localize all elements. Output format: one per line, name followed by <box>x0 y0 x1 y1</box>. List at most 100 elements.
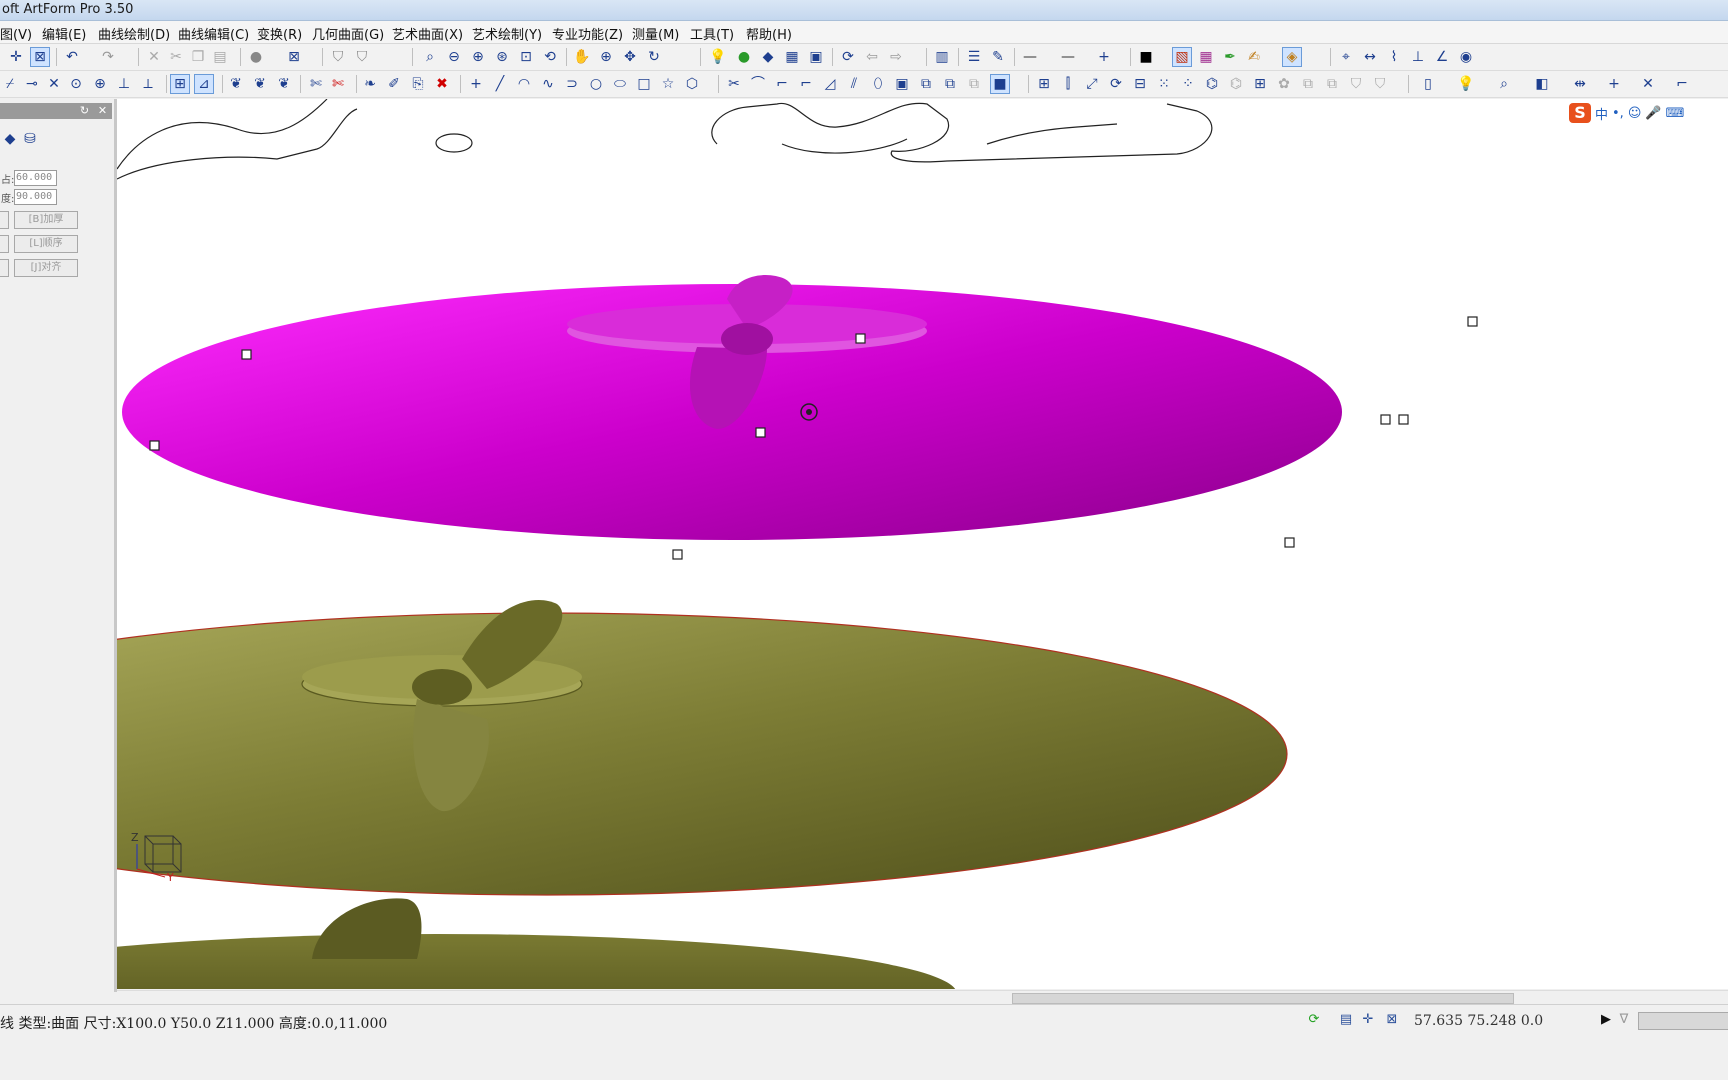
pen-icon[interactable]: ✒ <box>1220 47 1240 67</box>
menu-art-surface[interactable]: 艺术曲面(X) <box>392 24 463 43</box>
snap-end-icon[interactable]: ⌐ <box>1672 74 1692 94</box>
scatter-icon[interactable]: ⁘ <box>1178 74 1198 94</box>
olive-surface[interactable] <box>117 599 1288 896</box>
block-icon[interactable]: ■ <box>990 74 1010 94</box>
ime-lang[interactable]: 中 <box>1595 104 1608 123</box>
xyz-icon[interactable]: ⌖ <box>1336 47 1356 67</box>
copy-icon[interactable]: ❐ <box>188 47 208 67</box>
crosshair-status-icon[interactable]: ✛ <box>1360 1012 1376 1028</box>
cut-icon[interactable]: ✂ <box>166 47 186 67</box>
copy-surf2-icon[interactable]: ⧉ <box>1322 74 1342 94</box>
polygon-icon[interactable]: ⬡ <box>682 74 702 94</box>
brush-icon[interactable]: ✍ <box>1244 47 1264 67</box>
surface2-icon[interactable]: ❦ <box>250 74 270 94</box>
magenta-surface-selected[interactable] <box>122 275 1342 540</box>
snap-quad-icon[interactable]: ⊕ <box>90 74 110 94</box>
document-icon[interactable]: ▤ <box>1338 1012 1354 1028</box>
circle-icon[interactable]: ○ <box>586 74 606 94</box>
bucket2-icon[interactable]: ⛉ <box>1370 74 1390 94</box>
offset2-icon[interactable]: ⬯ <box>868 74 888 94</box>
chain-icon[interactable]: ⌇ <box>1384 47 1404 67</box>
corner-icon[interactable]: ◿ <box>820 74 840 94</box>
bucket-icon[interactable]: ⛉ <box>1346 74 1366 94</box>
paint-icon[interactable]: ◆ <box>0 129 20 149</box>
snap-center-icon[interactable]: ⊙ <box>66 74 86 94</box>
palette-icon[interactable]: ▦ <box>1196 47 1216 67</box>
ime-keyboard-icon[interactable]: ⌨ <box>1666 106 1685 121</box>
ime-emoji-icon[interactable]: ☺ <box>1628 106 1642 121</box>
level-icon[interactable]: ⊥ <box>1408 47 1428 67</box>
menu-help[interactable]: 帮助(H) <box>746 24 792 43</box>
dist-icon[interactable]: ⇹ <box>1570 74 1590 94</box>
undo-icon[interactable]: ↶ <box>62 47 82 67</box>
cube-icon[interactable]: ◧ <box>1532 74 1552 94</box>
polyline-icon[interactable]: ⊃ <box>562 74 582 94</box>
grid-dots-icon[interactable]: ⁙ <box>1154 74 1174 94</box>
lineweight-icon[interactable]: — <box>1058 47 1078 67</box>
align-icon[interactable]: ⊟ <box>1130 74 1150 94</box>
olive-surface-lower[interactable] <box>117 898 957 989</box>
menu-transform[interactable]: 变换(R) <box>257 24 302 43</box>
node-icon[interactable]: ⌬ <box>1202 74 1222 94</box>
3d-viewport[interactable]: Z Y <box>117 99 1728 989</box>
grid-icon[interactable]: ⊞ <box>170 74 190 94</box>
array-icon[interactable]: ⊞ <box>1034 74 1054 94</box>
zoom-window-icon[interactable]: ⌕ <box>420 47 440 67</box>
forward-icon[interactable]: ⇨ <box>886 47 906 67</box>
snap-x-icon[interactable]: ✕ <box>1638 74 1658 94</box>
arc-icon[interactable]: ◠ <box>514 74 534 94</box>
plus-icon[interactable]: + <box>1604 74 1624 94</box>
sphere-icon[interactable]: ● <box>246 47 266 67</box>
bucket-fill-icon[interactable]: ⛁ <box>20 129 40 149</box>
close-panel-icon[interactable]: ✕ <box>96 104 109 117</box>
menu-view[interactable]: 图(V) <box>0 24 32 43</box>
ime-punct-icon[interactable]: •, <box>1612 106 1624 121</box>
frame-icon[interactable]: ▣ <box>892 74 912 94</box>
copy-surf-icon[interactable]: ⧉ <box>1298 74 1318 94</box>
refresh-icon[interactable]: ↻ <box>78 104 91 117</box>
snap-tan-icon[interactable]: ⟂ <box>138 74 158 94</box>
line-icon[interactable]: ╱ <box>490 74 510 94</box>
surface1-icon[interactable]: ❦ <box>226 74 246 94</box>
angle-icon[interactable]: ∠ <box>1432 47 1452 67</box>
offset-icon[interactable]: ⫽ <box>844 74 864 94</box>
redo-icon[interactable]: ↷ <box>98 47 118 67</box>
union-icon[interactable]: ⧉ <box>940 74 960 94</box>
chamfer-icon[interactable]: ⌐ <box>772 74 792 94</box>
scroll-thumb[interactable] <box>1012 993 1514 1004</box>
menu-tools[interactable]: 工具(T) <box>690 24 734 43</box>
render-icon[interactable]: ▣ <box>806 47 826 67</box>
ortho-icon[interactable]: ⊿ <box>194 74 214 94</box>
gradient-icon[interactable]: ▧ <box>1172 47 1192 67</box>
snap-icon[interactable]: ⌿ <box>0 74 20 94</box>
shade2-icon[interactable]: ⛉ <box>352 47 372 67</box>
paste-icon[interactable]: ▤ <box>210 47 230 67</box>
ime-toolbar[interactable]: S 中 •, ☺ 🎤 ⌨ <box>1569 103 1684 123</box>
eyedropper-icon[interactable]: ✎ <box>988 47 1008 67</box>
fillet-icon[interactable]: ⌒ <box>748 74 768 94</box>
refresh-icon[interactable]: ⟳ <box>838 47 858 67</box>
zoom-extent-icon[interactable]: ⊡ <box>516 47 536 67</box>
zoom-find-icon[interactable]: ⌕ <box>1494 74 1514 94</box>
menu-curve-edit[interactable]: 曲线编辑(C) <box>178 24 249 43</box>
ellipse-icon[interactable]: ⬭ <box>610 74 630 94</box>
flower-icon[interactable]: ✿ <box>1274 74 1294 94</box>
move-view-icon[interactable]: ✥ <box>620 47 640 67</box>
pick-icon[interactable]: ✐ <box>384 74 404 94</box>
box-icon[interactable]: ⊠ <box>284 47 304 67</box>
scene-canvas[interactable]: Z Y <box>117 99 1728 989</box>
trim-icon[interactable]: ✄ <box>306 74 326 94</box>
cut-curve-icon[interactable]: ✂ <box>724 74 744 94</box>
degree-field[interactable]: 90.000 <box>14 189 57 205</box>
select-window-icon[interactable]: ⊠ <box>30 47 50 67</box>
menu-edit[interactable]: 编辑(E) <box>42 24 86 43</box>
new-page-icon[interactable]: ▯ <box>1418 74 1438 94</box>
light-icon[interactable]: 💡 <box>708 47 728 67</box>
mesh-icon[interactable]: ⊞ <box>1250 74 1270 94</box>
snap-cross-icon[interactable]: ✕ <box>44 74 64 94</box>
point-icon[interactable]: + <box>1094 47 1114 67</box>
horizontal-scrollbar[interactable] <box>117 990 1728 1004</box>
play-icon[interactable]: ▶ <box>1598 1012 1614 1028</box>
edit-surf-icon[interactable]: ❧ <box>360 74 380 94</box>
zoom-in-icon[interactable]: ⊕ <box>468 47 488 67</box>
